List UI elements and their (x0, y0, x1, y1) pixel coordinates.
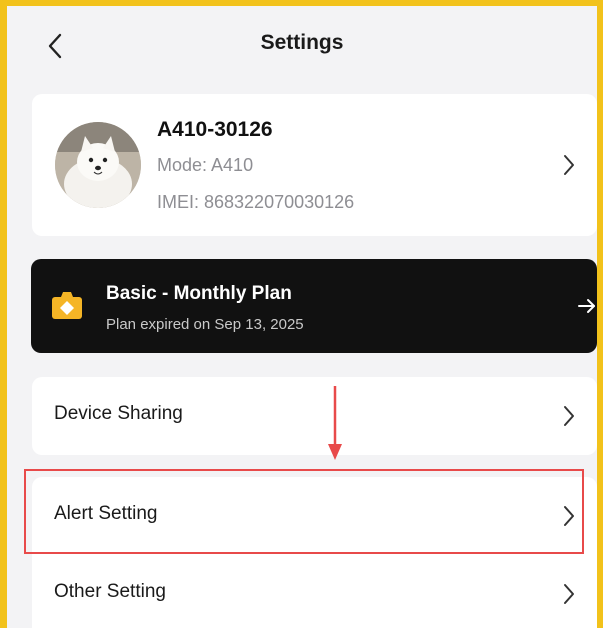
page-title: Settings (260, 31, 344, 54)
chevron-right-icon (564, 584, 574, 604)
dog-avatar-image (55, 122, 141, 208)
device-imei: IMEI: 868322070030126 (157, 192, 355, 212)
header: Settings (7, 6, 597, 86)
menu-item-label: Device Sharing (54, 403, 183, 424)
plan-card[interactable]: Basic - Monthly Plan Plan expired on Sep… (31, 259, 597, 353)
screen-frame: Settings A410-30126 Mode: A410 IMEI: 868… (0, 0, 603, 628)
device-mode: Mode: A410 (157, 155, 254, 175)
menu-item-other-setting[interactable]: Other Setting (32, 555, 597, 628)
avatar (55, 122, 141, 208)
menu-item-label: Alert Setting (54, 503, 158, 524)
device-name: A410-30126 (157, 118, 273, 141)
menu-item-alert-setting[interactable]: Alert Setting (32, 477, 597, 555)
chevron-right-icon (564, 406, 574, 426)
device-card[interactable]: A410-30126 Mode: A410 IMEI: 868322070030… (32, 94, 597, 236)
menu-item-device-sharing[interactable]: Device Sharing (32, 377, 597, 455)
camera-badge-icon (52, 292, 82, 319)
chevron-right-icon (564, 155, 574, 175)
plan-title: Basic - Monthly Plan (106, 283, 292, 304)
chevron-right-icon (564, 506, 574, 526)
annotation-arrow (328, 386, 342, 460)
menu-item-label: Other Setting (54, 581, 166, 602)
plan-expiry-text: Plan expired on Sep 13, 2025 (106, 316, 304, 333)
arrow-right-icon (578, 299, 595, 313)
